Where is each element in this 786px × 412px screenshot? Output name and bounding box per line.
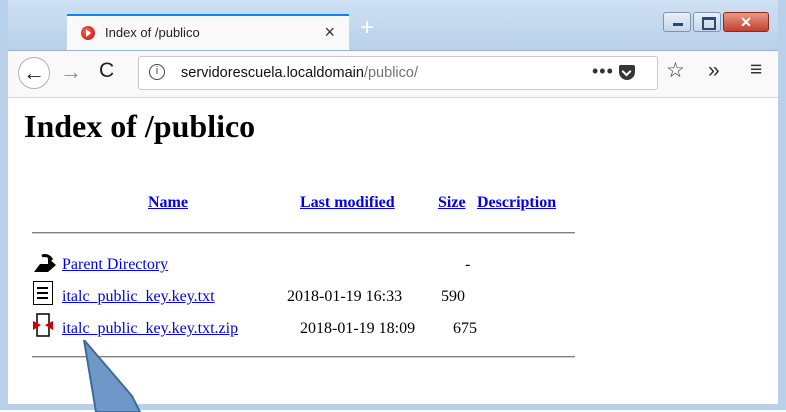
close-icon: ✕ — [740, 14, 752, 30]
column-header-last-modified[interactable]: Last modified — [300, 194, 395, 212]
row-size: - — [465, 256, 471, 273]
new-tab-button[interactable]: + — [360, 14, 374, 42]
info-icon[interactable]: i — [149, 64, 165, 80]
row-last-modified: 2018-01-19 18:09 — [300, 320, 416, 337]
maximize-icon — [702, 17, 716, 30]
column-header-name[interactable]: Name — [148, 194, 188, 212]
row-size: 590 — [441, 288, 465, 305]
window-frame-left — [0, 0, 8, 410]
page-heading: Index of /publico — [24, 108, 256, 144]
parent-directory-icon — [34, 254, 56, 272]
url-host: servidorescuela.localdomain — [181, 65, 364, 81]
minimize-icon — [673, 23, 683, 26]
favicon-icon — [81, 26, 95, 40]
maximize-button[interactable] — [693, 12, 721, 32]
text-file-icon — [33, 281, 53, 305]
annotation-arrow-icon — [82, 340, 142, 412]
overflow-chevron-icon[interactable]: » — [708, 59, 720, 83]
back-arrow-icon: ← — [23, 60, 45, 85]
page-actions-button[interactable]: ••• — [592, 61, 614, 82]
list-item-file[interactable]: italc_public_key.key.txt — [62, 288, 215, 306]
bookmark-star-icon[interactable]: ☆ — [666, 58, 685, 83]
forward-button[interactable]: → — [60, 59, 82, 85]
navigation-toolbar: ← → C i servidorescuela.localdomain/publ… — [8, 51, 778, 98]
header-divider — [32, 232, 575, 234]
tab-close-button[interactable]: × — [324, 22, 335, 43]
column-header-size[interactable]: Size — [438, 194, 466, 212]
reload-button[interactable]: C — [99, 59, 114, 83]
list-item-file[interactable]: italc_public_key.key.txt.zip — [62, 320, 238, 338]
url-text[interactable]: servidorescuela.localdomain/publico/ — [181, 65, 418, 81]
reload-icon: C — [99, 59, 115, 82]
browser-tab[interactable]: Index of /publico × — [67, 14, 349, 50]
forward-arrow-icon: → — [60, 59, 82, 84]
close-window-button[interactable]: ✕ — [723, 12, 769, 32]
hamburger-menu-icon[interactable]: ≡ — [750, 58, 762, 82]
back-button[interactable]: ← — [18, 57, 50, 89]
pocket-icon[interactable] — [619, 65, 635, 80]
window-frame-right — [778, 0, 786, 410]
column-header-description[interactable]: Description — [477, 194, 556, 212]
row-last-modified: 2018-01-19 16:33 — [287, 288, 403, 305]
list-item-parent-directory[interactable]: Parent Directory — [62, 256, 168, 274]
address-bar[interactable]: i servidorescuela.localdomain/publico/ •… — [138, 56, 658, 90]
minimize-button[interactable] — [663, 12, 691, 32]
zip-file-icon — [33, 313, 53, 337]
url-path: /publico/ — [363, 65, 418, 81]
row-size: 675 — [453, 320, 477, 337]
tab-title: Index of /publico — [105, 25, 200, 40]
